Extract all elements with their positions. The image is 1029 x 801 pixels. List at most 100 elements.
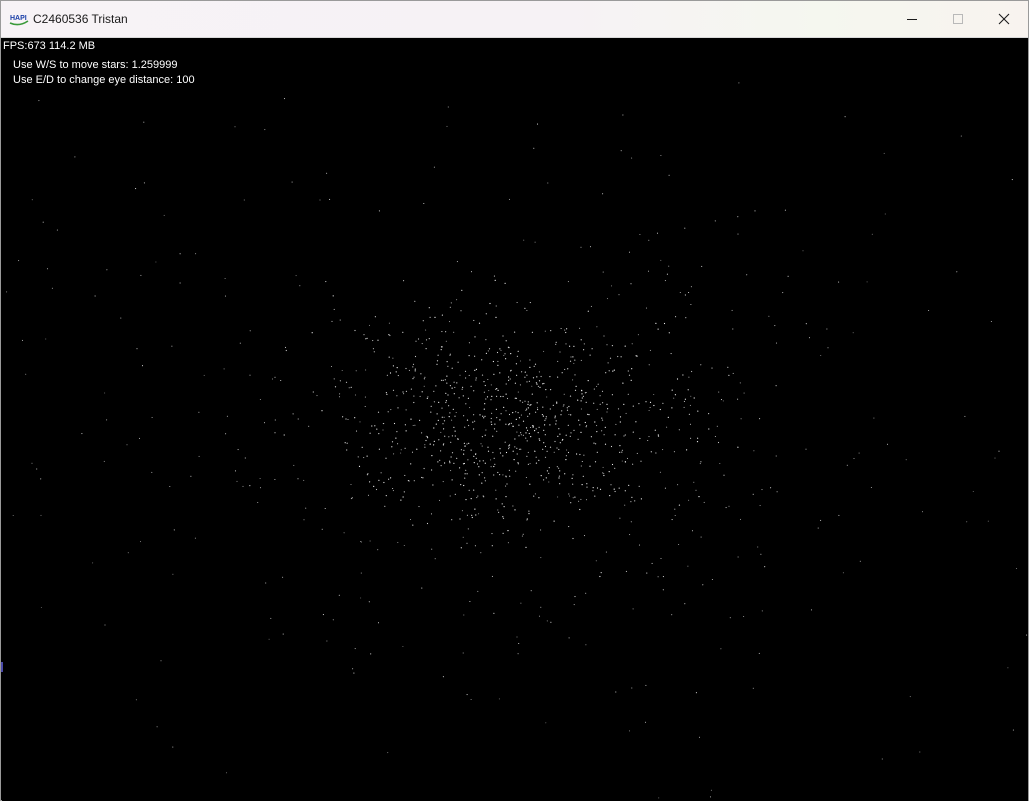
star — [476, 463, 479, 465]
star — [274, 376, 276, 378]
star — [630, 283, 632, 285]
star — [382, 423, 384, 425]
star — [690, 437, 692, 439]
star — [473, 462, 475, 464]
star — [645, 684, 647, 686]
star — [373, 485, 375, 487]
star — [690, 395, 692, 397]
star — [605, 551, 607, 553]
star — [535, 462, 538, 464]
star — [657, 434, 659, 436]
star — [421, 476, 423, 478]
star — [383, 481, 385, 484]
star — [651, 562, 653, 564]
star — [447, 365, 449, 367]
close-button[interactable] — [981, 1, 1027, 37]
star — [463, 442, 465, 444]
star — [433, 444, 435, 446]
star — [421, 343, 423, 345]
star — [445, 392, 447, 394]
star — [465, 377, 467, 379]
star — [326, 172, 328, 174]
star — [581, 390, 583, 392]
star — [412, 366, 414, 368]
star — [527, 407, 529, 409]
star — [481, 482, 483, 484]
star — [440, 379, 443, 381]
star — [291, 181, 293, 183]
star — [532, 426, 534, 428]
star — [324, 507, 326, 510]
eye-distance-instruction: Use E/D to change eye distance: 100 — [13, 74, 195, 86]
star — [419, 395, 421, 397]
star — [414, 370, 416, 372]
star — [702, 584, 704, 586]
star — [404, 424, 406, 426]
star — [522, 401, 524, 403]
star — [363, 457, 365, 459]
star — [332, 619, 334, 621]
star — [198, 455, 200, 457]
star — [443, 443, 445, 445]
star — [716, 425, 718, 427]
star — [884, 213, 886, 215]
star — [264, 129, 266, 131]
star — [374, 316, 376, 318]
star — [453, 426, 455, 428]
star — [585, 592, 587, 594]
star — [585, 391, 587, 394]
star — [557, 496, 559, 498]
star — [549, 376, 551, 378]
star — [538, 380, 541, 382]
star — [583, 349, 585, 351]
star — [499, 372, 501, 374]
star — [385, 495, 387, 497]
star — [515, 397, 518, 399]
star — [570, 502, 572, 504]
minimize-button[interactable] — [889, 1, 935, 37]
star — [338, 594, 340, 596]
star — [424, 444, 426, 446]
move-stars-instruction: Use W/S to move stars: 1.259999 — [13, 59, 178, 71]
star — [46, 268, 49, 270]
star — [638, 403, 640, 405]
star — [987, 520, 989, 522]
star — [827, 347, 829, 349]
star — [490, 466, 492, 468]
star — [590, 436, 593, 438]
star — [460, 310, 462, 312]
star — [998, 450, 1000, 452]
maximize-button[interactable] — [935, 1, 981, 37]
star — [493, 474, 495, 476]
star — [572, 474, 574, 476]
star — [568, 637, 570, 639]
star — [224, 277, 226, 280]
star — [573, 345, 575, 347]
render-viewport[interactable]: FPS:673 114.2 MB Use W/S to move stars: … — [2, 38, 1028, 801]
star — [517, 350, 519, 352]
star — [378, 448, 380, 450]
star — [620, 356, 622, 358]
star — [526, 455, 528, 457]
title-bar[interactable]: HAPI C2460536 Tristan — [1, 1, 1028, 38]
star — [468, 355, 470, 357]
star — [648, 239, 650, 241]
star — [624, 504, 626, 506]
star — [494, 423, 496, 425]
star — [535, 382, 538, 384]
star — [510, 422, 512, 424]
star — [620, 150, 622, 152]
star — [545, 418, 547, 420]
star — [674, 394, 677, 396]
star — [607, 362, 609, 364]
star — [400, 452, 402, 454]
star — [720, 648, 722, 650]
star — [528, 380, 531, 382]
star — [548, 481, 550, 483]
star — [451, 435, 453, 437]
star — [565, 459, 567, 461]
star — [465, 469, 467, 471]
star — [695, 692, 697, 694]
star — [430, 411, 432, 413]
star — [810, 609, 813, 611]
